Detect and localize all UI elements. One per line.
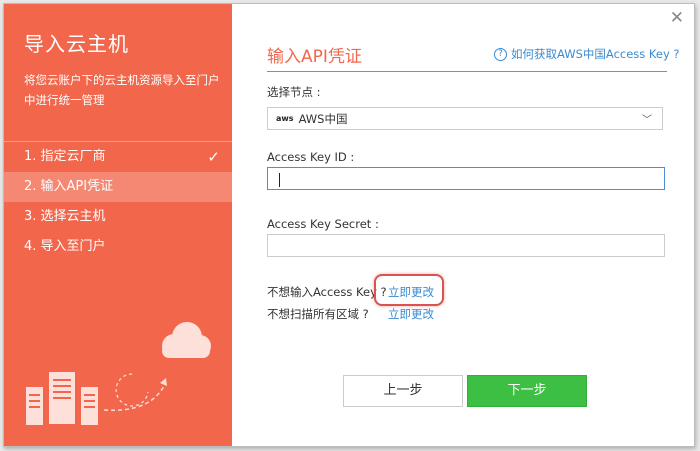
node-label: 选择节点 :	[267, 85, 321, 99]
title-divider	[267, 71, 667, 72]
sidebar-description: 将您云账户下的云主机资源导入至门户中进行统一管理	[24, 73, 220, 107]
previous-button[interactable]: 上一步	[343, 375, 463, 407]
access-key-id-input[interactable]	[267, 167, 665, 190]
step-label: 3. 选择云主机	[24, 209, 106, 224]
no-scan-all-regions-question: 不想扫描所有区域 ?	[267, 307, 369, 321]
step-select-cloud-host[interactable]: 3. 选择云主机	[4, 202, 232, 232]
import-cloud-host-dialog: 导入云主机 将您云账户下的云主机资源导入至门户中进行统一管理 1. 指定云厂商 …	[3, 3, 695, 447]
step-label: 1. 指定云厂商	[24, 149, 106, 164]
step-label: 4. 导入至门户	[24, 239, 106, 254]
no-access-key-question: 不想输入Access Key ?	[267, 285, 387, 299]
node-select-value: AWS中国	[298, 111, 348, 126]
change-access-key-link[interactable]: 立即更改	[388, 284, 434, 300]
check-icon: ✓	[207, 148, 220, 166]
help-link-label: 如何获取AWS中国Access Key ?	[511, 47, 680, 61]
access-key-id-label: Access Key ID :	[267, 150, 355, 164]
wizard-steps: 1. 指定云厂商 ✓ 2. 输入API凭证 3. 选择云主机 4. 导入至门户	[4, 141, 232, 262]
text-cursor	[279, 173, 280, 187]
section-title: 输入API凭证	[267, 47, 362, 67]
node-select[interactable]: aws AWS中国 ﹀	[267, 107, 663, 130]
step-enter-api-credentials[interactable]: 2. 输入API凭证	[4, 172, 232, 202]
help-link[interactable]: ? 如何获取AWS中国Access Key ?	[494, 46, 680, 62]
question-icon: ?	[494, 47, 507, 61]
cloud-migration-illustration	[26, 322, 211, 425]
change-scan-regions-link[interactable]: 立即更改	[388, 306, 434, 322]
cloud-icon	[162, 322, 211, 358]
sidebar-title: 导入云主机	[24, 32, 129, 56]
wizard-sidebar: 导入云主机 将您云账户下的云主机资源导入至门户中进行统一管理 1. 指定云厂商 …	[4, 4, 232, 446]
next-button[interactable]: 下一步	[467, 375, 587, 407]
step-label: 2. 输入API凭证	[24, 179, 114, 194]
step-specify-vendor[interactable]: 1. 指定云厂商 ✓	[4, 142, 232, 172]
access-key-secret-input[interactable]	[267, 234, 665, 257]
step-import-to-portal[interactable]: 4. 导入至门户	[4, 232, 232, 262]
chevron-down-icon: ﹀	[642, 115, 652, 126]
migration-arrow-icon	[103, 385, 165, 412]
close-icon[interactable]: ✕	[670, 8, 684, 28]
access-key-secret-label: Access Key Secret :	[267, 217, 379, 231]
aws-logo-icon: aws	[276, 114, 294, 123]
